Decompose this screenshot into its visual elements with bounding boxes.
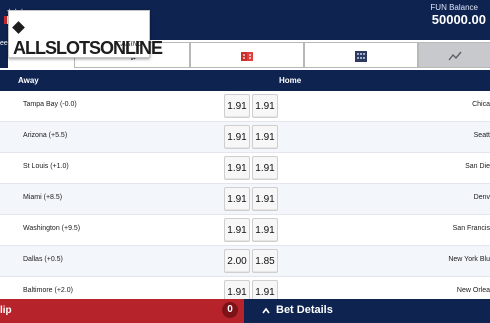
fun-balance-value: 50000.00	[431, 12, 486, 27]
column-home: Home	[279, 76, 302, 85]
home-odds-button[interactable]: 1.91	[252, 125, 278, 149]
bet-details-button[interactable]: Bet Details	[244, 299, 490, 323]
tab-line-chart[interactable]	[418, 42, 490, 68]
side-tab[interactable]: eek	[0, 40, 11, 68]
home-team: San Die	[465, 163, 490, 170]
games-list: Tampa Bay (-0.0) 1.91 1.91 Chica Arizona…	[0, 91, 490, 308]
home-odds-button[interactable]: 1.85	[252, 249, 278, 273]
home-team: Chica	[472, 101, 490, 108]
diamond-icon	[12, 21, 25, 34]
away-team: Baltimore (+2.0)	[23, 287, 73, 294]
tab-calendar[interactable]	[304, 42, 418, 68]
table-header: Away Home	[0, 70, 490, 91]
home-odds-button[interactable]: 1.91	[252, 94, 278, 118]
away-team: St Louis (+1.0)	[23, 163, 69, 170]
home-odds-button[interactable]: 1.91	[252, 187, 278, 211]
betslip-label: lip	[0, 305, 12, 316]
dice-icon	[241, 52, 253, 61]
away-team: Tampa Bay (-0.0)	[23, 101, 77, 108]
away-odds-button[interactable]: 1.91	[224, 94, 250, 118]
away-odds-button[interactable]: 1.91	[224, 187, 250, 211]
bet-details-label: Bet Details	[276, 304, 333, 316]
away-odds-button[interactable]: 1.91	[224, 125, 250, 149]
home-team: Denv	[473, 194, 490, 201]
home-odds-button[interactable]: 1.91	[252, 156, 278, 180]
away-team: Miami (+8.5)	[23, 194, 63, 201]
bottom-bar: lip 0 Bet Details	[0, 299, 490, 323]
chevron-up-icon	[262, 307, 270, 314]
game-row: Miami (+8.5) 1.91 1.91 Denv	[0, 184, 490, 215]
game-row: Arizona (+5.5) 1.91 1.91 Seatt	[0, 122, 490, 153]
away-team: Washington (+9.5)	[23, 225, 81, 232]
home-team: San Francis	[452, 225, 490, 232]
away-odds-button[interactable]: 1.91	[224, 218, 250, 242]
line-chart-icon	[448, 51, 462, 61]
betslip-count-badge: 0	[222, 302, 238, 318]
calendar-icon	[355, 51, 367, 62]
home-team: Seatt	[473, 132, 490, 139]
game-row: Tampa Bay (-0.0) 1.91 1.91 Chica	[0, 91, 490, 122]
logo-subtext: .CASINO	[114, 41, 143, 48]
tab-dice[interactable]	[190, 42, 304, 68]
home-team: New Orlea	[456, 287, 490, 294]
away-odds-button[interactable]: 2.00	[224, 249, 250, 273]
home-team: New York Blu	[448, 256, 490, 263]
betslip-button[interactable]: lip 0	[0, 299, 244, 323]
away-team: Arizona (+5.5)	[23, 132, 68, 139]
watermark-logo: ALLSLOTSONLINE .CASINO	[8, 10, 163, 58]
game-row: St Louis (+1.0) 1.91 1.91 San Die	[0, 153, 490, 184]
game-row: Washington (+9.5) 1.91 1.91 San Francis	[0, 215, 490, 246]
column-away: Away	[18, 76, 39, 85]
fun-balance-label: FUN Balance	[430, 3, 478, 12]
game-row: Dallas (+0.5) 2.00 1.85 New York Blu	[0, 246, 490, 277]
home-odds-button[interactable]: 1.91	[252, 218, 278, 242]
away-team: Dallas (+0.5)	[23, 256, 63, 263]
away-odds-button[interactable]: 1.91	[224, 156, 250, 180]
